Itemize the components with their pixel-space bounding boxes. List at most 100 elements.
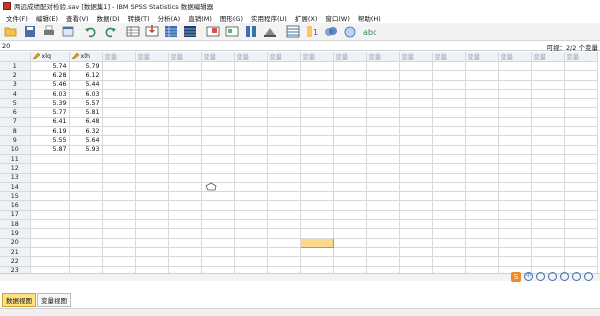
- data-cell[interactable]: [498, 191, 532, 202]
- insert-cases-icon[interactable]: [205, 25, 221, 39]
- data-cell[interactable]: [333, 200, 367, 211]
- row-number[interactable]: 20: [0, 238, 31, 248]
- data-cell[interactable]: [201, 145, 235, 155]
- data-cell[interactable]: [135, 228, 169, 239]
- data-cell[interactable]: [432, 173, 466, 183]
- data-cell[interactable]: [201, 89, 235, 100]
- data-cell[interactable]: [135, 247, 169, 258]
- data-cell[interactable]: [102, 266, 136, 273]
- data-cell[interactable]: 5.81: [69, 107, 103, 118]
- data-cell[interactable]: [30, 266, 70, 273]
- menu-data[interactable]: 数据(D): [93, 13, 124, 23]
- data-cell[interactable]: [201, 210, 235, 221]
- data-cell[interactable]: [366, 238, 400, 248]
- data-cell[interactable]: [201, 266, 235, 273]
- data-cell[interactable]: [564, 89, 598, 100]
- data-cell[interactable]: [498, 80, 532, 90]
- data-cell[interactable]: [135, 135, 169, 146]
- data-cell[interactable]: [465, 117, 499, 128]
- data-cell[interactable]: [267, 228, 301, 239]
- data-cell[interactable]: [531, 182, 565, 193]
- data-grid[interactable]: xlq xlh 变量 变量 变量 变量 变量 变量 变量 变量 变量 变量 变量 变量 变量 变量 变量 1 5.…: [0, 52, 600, 273]
- save-icon[interactable]: [22, 25, 38, 39]
- data-cell[interactable]: [300, 228, 334, 239]
- use-sets-icon[interactable]: [323, 25, 339, 39]
- data-cell[interactable]: [465, 80, 499, 90]
- menu-direct-marketing[interactable]: 直销(M): [184, 13, 216, 23]
- data-cell[interactable]: [498, 135, 532, 146]
- data-cell[interactable]: [168, 145, 202, 155]
- row-number[interactable]: 2: [0, 70, 31, 81]
- data-cell[interactable]: [102, 89, 136, 100]
- menu-transform[interactable]: 转换(T): [124, 13, 154, 23]
- data-cell[interactable]: [135, 163, 169, 174]
- data-cell[interactable]: [300, 98, 334, 109]
- data-cell[interactable]: [168, 107, 202, 118]
- data-cell[interactable]: [498, 219, 532, 230]
- data-cell[interactable]: [102, 219, 136, 230]
- data-cell[interactable]: [135, 182, 169, 193]
- menu-file[interactable]: 文件(F): [2, 13, 32, 23]
- row-number[interactable]: 12: [0, 163, 31, 174]
- column-header-empty[interactable]: 变量: [135, 52, 169, 62]
- data-cell[interactable]: [531, 210, 565, 221]
- data-cell[interactable]: [102, 228, 136, 239]
- column-header-empty[interactable]: 变量: [234, 52, 268, 62]
- data-cell[interactable]: [465, 219, 499, 230]
- data-cell[interactable]: [102, 98, 136, 109]
- data-cell[interactable]: [498, 107, 532, 118]
- data-cell[interactable]: [399, 256, 433, 267]
- data-cell[interactable]: [498, 61, 532, 72]
- data-cell[interactable]: [168, 154, 202, 165]
- row-number[interactable]: 23: [0, 266, 31, 273]
- ime-skin-icon[interactable]: [572, 272, 581, 281]
- data-cell[interactable]: [399, 219, 433, 230]
- data-cell[interactable]: [267, 70, 301, 81]
- data-cell[interactable]: [366, 228, 400, 239]
- row-number[interactable]: 13: [0, 173, 31, 183]
- row-number[interactable]: 16: [0, 200, 31, 211]
- row-number[interactable]: 9: [0, 135, 31, 146]
- data-cell[interactable]: [333, 173, 367, 183]
- data-cell[interactable]: [333, 256, 367, 267]
- data-cell[interactable]: [168, 219, 202, 230]
- data-cell[interactable]: 5.64: [69, 135, 103, 146]
- data-cell[interactable]: [564, 191, 598, 202]
- data-cell[interactable]: [399, 154, 433, 165]
- data-cell[interactable]: [333, 135, 367, 146]
- data-cell[interactable]: [432, 266, 466, 273]
- data-cell[interactable]: [102, 154, 136, 165]
- row-number[interactable]: 4: [0, 89, 31, 100]
- data-cell[interactable]: [300, 154, 334, 165]
- data-cell[interactable]: [201, 154, 235, 165]
- data-cell[interactable]: [399, 61, 433, 72]
- data-cell[interactable]: [267, 256, 301, 267]
- data-cell[interactable]: [30, 163, 70, 174]
- data-cell[interactable]: [234, 219, 268, 230]
- column-header-empty[interactable]: 变量: [201, 52, 235, 62]
- data-cell[interactable]: [234, 238, 268, 248]
- data-cell[interactable]: 6.12: [69, 70, 103, 81]
- data-cell[interactable]: [465, 228, 499, 239]
- data-cell[interactable]: [366, 117, 400, 128]
- data-cell[interactable]: [465, 256, 499, 267]
- data-cell[interactable]: [30, 238, 70, 248]
- data-cell[interactable]: [135, 238, 169, 248]
- data-cell[interactable]: [399, 191, 433, 202]
- data-cell[interactable]: [201, 256, 235, 267]
- data-cell[interactable]: [102, 163, 136, 174]
- data-cell[interactable]: [366, 61, 400, 72]
- data-cell[interactable]: [564, 210, 598, 221]
- data-cell[interactable]: [102, 117, 136, 128]
- data-cell[interactable]: [465, 154, 499, 165]
- data-cell[interactable]: [498, 247, 532, 258]
- row-number[interactable]: 1: [0, 61, 31, 72]
- data-cell[interactable]: [234, 247, 268, 258]
- data-cell[interactable]: [267, 200, 301, 211]
- row-number[interactable]: 17: [0, 210, 31, 221]
- column-header-empty[interactable]: 变量: [465, 52, 499, 62]
- data-cell[interactable]: 6.03: [30, 89, 70, 100]
- data-cell[interactable]: [267, 266, 301, 273]
- data-cell[interactable]: [498, 182, 532, 193]
- data-cell[interactable]: [168, 210, 202, 221]
